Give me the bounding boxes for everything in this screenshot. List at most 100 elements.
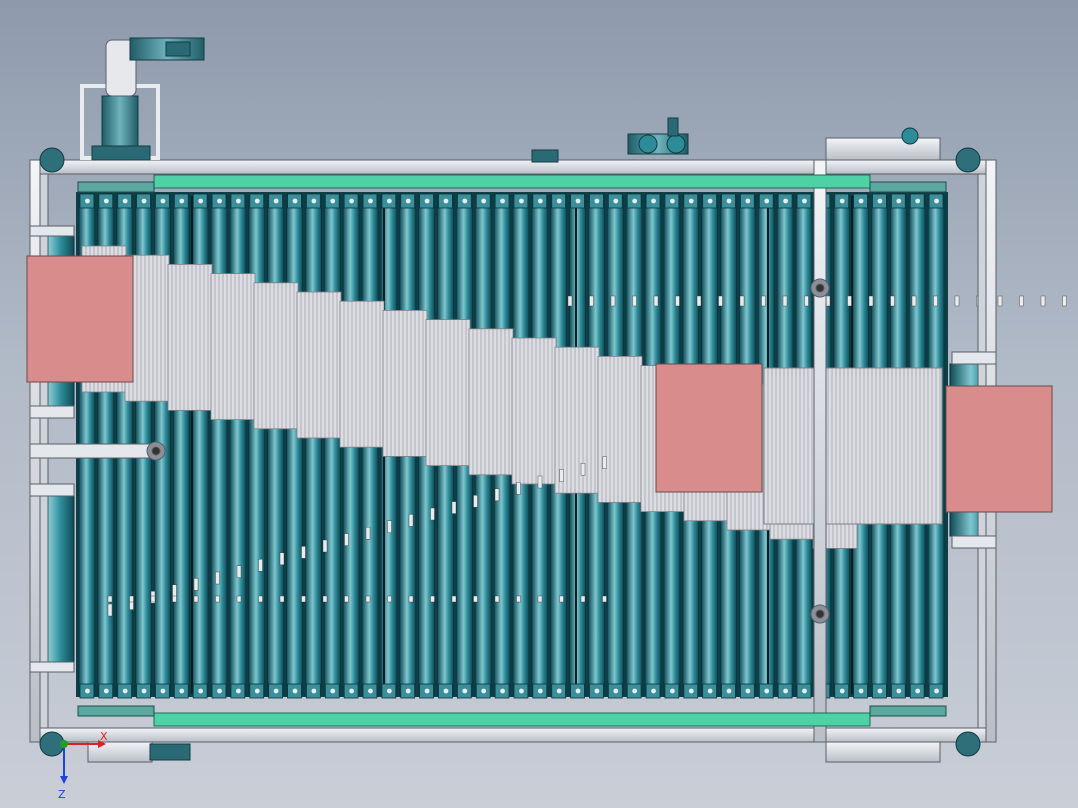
bearing-bolt [330,198,336,204]
axis-z-arrow [60,776,68,784]
bearing-bolt [217,198,222,204]
product-box-middle[interactable] [655,363,763,493]
bearing-bolt [802,198,807,204]
bearing-bolt [651,198,656,204]
roller-icon [210,195,228,695]
bracket-left-2 [29,405,75,419]
valve-knob-2-icon[interactable] [666,134,686,154]
roller-icon [286,195,303,695]
chain-icon [77,705,155,717]
roller-pin [344,533,349,546]
roller-pin [1040,295,1046,307]
bearing-bolt [443,198,449,204]
carton-stack-outfeed [763,367,943,525]
bearing-bolt [330,688,336,694]
roller-icon [229,195,247,695]
roller-pin [653,295,659,307]
roller-pin [279,552,285,565]
bearing-bolt [179,688,185,694]
product-box-outfeed[interactable] [945,385,1053,513]
bracket-left-4 [29,661,75,673]
bearing-bolt [707,688,713,694]
bearing-bolt [613,198,619,204]
bearing-bolt [85,198,90,204]
push-arm [29,443,155,459]
bearing-bolt [85,688,90,694]
pneumatic-valve-assembly[interactable] [531,117,689,163]
bearing-bolt [594,198,600,204]
frame-bottom-rail [29,727,997,743]
bearing-bolt [745,688,751,694]
bearing-bolt [273,688,279,694]
roller-pin [215,571,220,585]
bearing-bolt [632,198,638,204]
roller-pin [997,295,1003,307]
roller-pin [322,539,328,553]
roller-pin [408,514,414,527]
bearing-bolt [783,688,789,694]
bearing-bolt [311,198,317,204]
roller-pin [718,295,723,307]
bearing-bolt [349,688,355,694]
foot-bottom-right [955,731,981,757]
roller-pin [739,295,745,307]
roller-pin [610,295,616,307]
bearing-bolt [368,688,373,694]
bearing-bolt [575,688,581,694]
bracket-right-1 [951,351,997,365]
carton-stack [468,328,514,476]
bearing-bolt [537,688,543,694]
roller-pin [1062,295,1067,307]
bearing-bolt [707,198,713,204]
bearing-bolt [235,198,241,204]
roller-pin [365,595,371,603]
roller-pin [696,295,702,307]
roller-pin [365,527,371,540]
carton-stack [253,282,299,430]
bearing-bolt [141,688,147,694]
roller-pin [825,295,831,307]
bearing-bolt [349,198,355,204]
roller-pin [559,469,564,482]
bearing-bolt [254,688,260,694]
bearing-bolt [368,198,373,204]
roller-pin [516,482,521,495]
carton-face [210,273,256,421]
bearing-bolt [896,198,902,204]
roller-pin [387,595,392,603]
roller-pin [933,295,938,307]
bearing-bolt [632,688,638,694]
roller-pin [236,565,242,578]
roller-pin [301,546,306,559]
roller-icon [248,195,265,695]
drive-motor-assembly[interactable] [80,37,205,161]
roller-pin [150,595,156,603]
cylinder-housing [825,137,941,161]
roller-pin [580,463,586,476]
bearing-bolt [802,688,807,694]
roller-pin [279,595,285,603]
bearing-bolt [858,688,864,694]
product-box-infeed[interactable] [26,255,134,383]
cad-viewport[interactable]: X Z [0,0,1078,808]
bearing-bolt [198,198,204,204]
valve-stem [667,117,679,137]
bearing-bolt [537,198,543,204]
carton-face [296,291,342,439]
valve-knob-icon[interactable] [638,134,658,154]
carton-face [597,355,643,503]
roller-pin [473,495,478,508]
bearing-bolt [688,198,694,204]
carton-face [511,337,557,485]
gearbox-icon[interactable] [101,95,139,155]
carton-face [382,309,428,457]
roller-pin [567,295,573,307]
bearing-bolt [575,198,581,204]
carton-face [468,328,514,476]
roller-pin [675,295,680,307]
bearing-bolt [839,198,845,204]
roller-pin [473,595,478,603]
roller-pin [602,456,607,469]
bearing-bolt [877,198,883,204]
bearing-bolt [292,688,298,694]
